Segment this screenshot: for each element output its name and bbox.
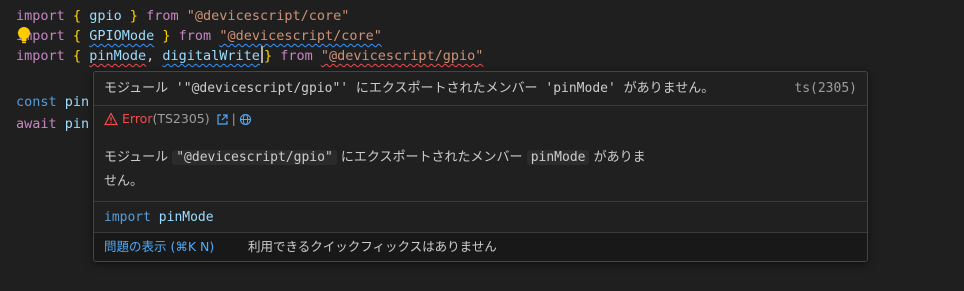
view-problem-link[interactable]: 問題の表示 (⌘K N): [104, 238, 214, 256]
lightbulb-icon[interactable]: [15, 26, 33, 46]
desc-text: モジュール: [104, 150, 169, 165]
text-cursor: [260, 46, 263, 63]
string-literal: "@devicescript/core": [186, 8, 350, 24]
keyword: import: [16, 48, 65, 64]
brace: {: [72, 48, 82, 64]
external-link-icon[interactable]: [216, 113, 229, 126]
keyword: from: [178, 28, 212, 44]
keyword: from: [146, 8, 179, 24]
hover-headline: モジュール '"@devicescript/gpio"' にエクスポートされたメ…: [104, 78, 857, 100]
brace: {: [72, 28, 82, 44]
import-signature: import pinMode: [104, 208, 214, 228]
string-literal: "@devicescript/core": [219, 28, 382, 44]
headline-text: モジュール '"@devicescript/gpio"' にエクスポートされたメ…: [104, 81, 715, 96]
keyword: const: [16, 94, 57, 110]
globe-icon[interactable]: [239, 113, 252, 126]
icon-separator: |: [231, 111, 236, 126]
keyword: import: [16, 8, 65, 24]
divider: [94, 201, 867, 202]
keyword: import: [104, 210, 151, 225]
divider: [94, 105, 867, 106]
headline-code: ts(2305): [794, 81, 857, 96]
error-row: Error (TS2305) |: [104, 109, 252, 129]
hover-popup: モジュール '"@devicescript/gpio"' にエクスポートされたメ…: [93, 71, 868, 262]
error-description: モジュール "@devicescript/gpio" にエクスポートされたメンバ…: [104, 146, 744, 194]
member-code-chip: pinMode: [526, 150, 590, 165]
brace: }: [162, 28, 171, 44]
hover-status-bar: 問題の表示 (⌘K N) 利用できるクイックフィックスはありません: [94, 232, 867, 261]
brace: }: [129, 8, 138, 24]
keyword: await: [16, 116, 57, 132]
keyword: from: [280, 48, 313, 64]
code-line-6[interactable]: await pin: [16, 114, 89, 134]
identifier: pinMode: [158, 210, 214, 225]
no-quick-fix-text: 利用できるクイックフィックスはありません: [248, 239, 497, 254]
module-code-chip: "@devicescript/gpio": [172, 150, 337, 165]
identifier: digitalWrite: [162, 48, 260, 64]
identifier: GPIOMode: [89, 28, 155, 44]
warning-icon: [104, 112, 118, 126]
code-line-3[interactable]: import { pinMode, digitalWrite} from "@d…: [16, 46, 483, 66]
desc-text: にエクスポートされたメンバー: [340, 150, 523, 165]
comma: ,: [146, 48, 155, 64]
identifier: pin: [64, 94, 90, 110]
desc-text: がありま: [593, 150, 646, 165]
code-line-1[interactable]: import { gpio } from "@devicescript/core…: [16, 6, 349, 26]
error-code: (TS2305): [152, 111, 210, 126]
identifier: gpio: [89, 8, 122, 24]
desc-text: せん。: [104, 174, 144, 189]
brace: {: [72, 8, 82, 24]
error-label: Error: [122, 111, 153, 126]
string-literal: "@devicescript/gpio": [320, 48, 484, 64]
identifier: pinMode: [89, 48, 147, 64]
code-line-2[interactable]: import { GPIOMode } from "@devicescript/…: [16, 26, 382, 46]
code-line-5[interactable]: const pin: [16, 92, 89, 112]
brace: }: [263, 48, 273, 64]
identifier: pin: [64, 116, 90, 132]
